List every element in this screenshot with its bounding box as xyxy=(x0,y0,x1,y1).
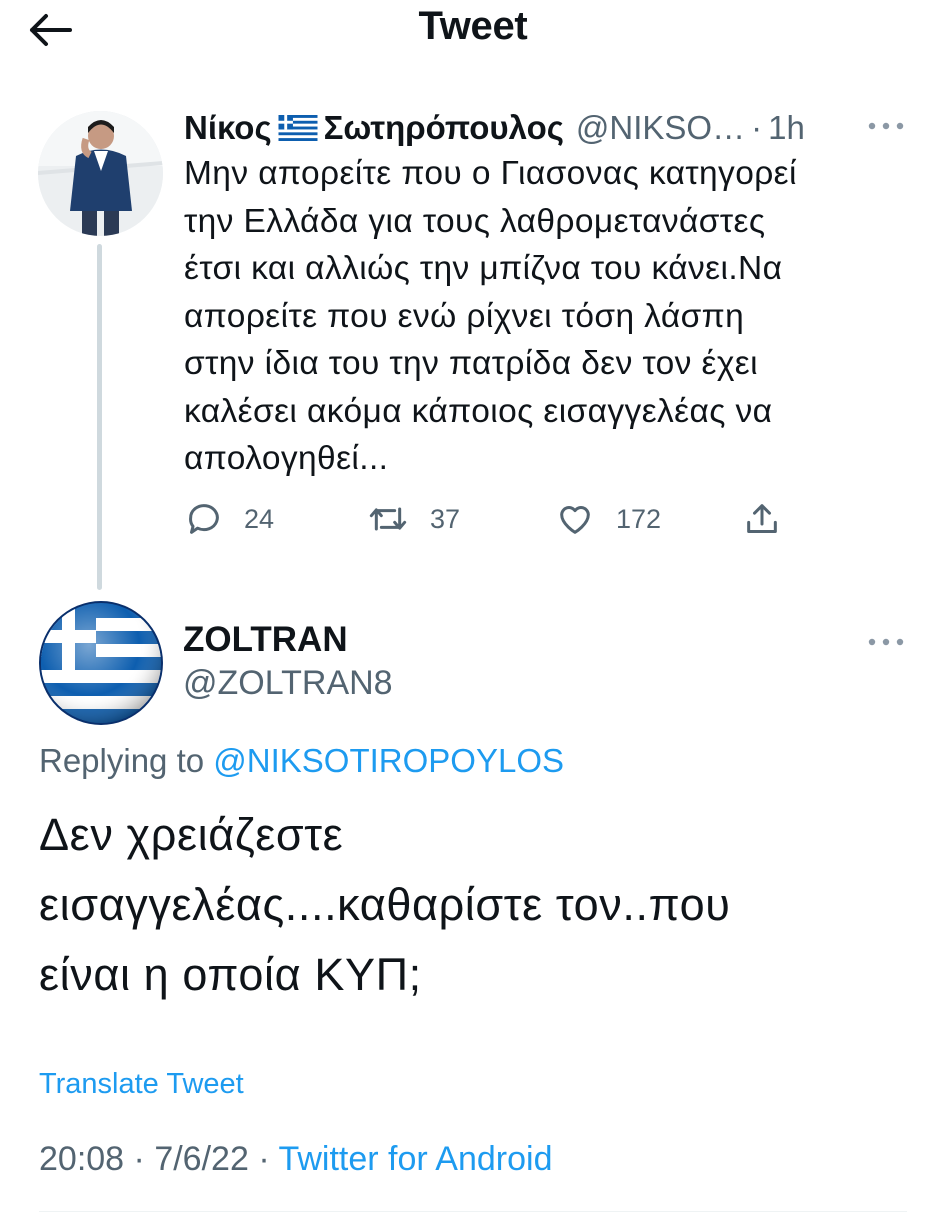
retweet-icon xyxy=(369,507,407,531)
like-button[interactable]: 172 xyxy=(554,495,661,543)
thread-line xyxy=(97,244,102,590)
tweet-time[interactable]: 1h xyxy=(768,109,805,147)
more-icon xyxy=(868,122,904,130)
replying-to: Replying to @NIKSOTIROPOYLOS xyxy=(39,742,564,780)
author-handle[interactable]: @NIKSO… xyxy=(576,109,745,147)
avatar[interactable] xyxy=(38,600,164,726)
greek-flag-icon xyxy=(278,115,318,141)
avatar[interactable] xyxy=(38,111,163,236)
reply-button[interactable]: 24 xyxy=(184,495,274,543)
replying-to-link[interactable]: @NIKSOTIROPOYLOS xyxy=(213,742,564,779)
retweet-button[interactable]: 37 xyxy=(366,495,460,543)
separator-dot: · xyxy=(258,1140,270,1178)
share-button[interactable] xyxy=(742,495,782,543)
reply-icon xyxy=(189,504,219,534)
tweet-header: Νίκος Σωτηρόπουλος @NIKSO… · 1h xyxy=(184,109,844,147)
heart-icon xyxy=(560,506,590,534)
tweet-text: Δεν χρειάζεστε εισαγγελέας....καθαρίστε … xyxy=(39,809,731,1000)
replying-to-label: Replying to xyxy=(39,742,214,779)
tweet-text: Μην απορείτε που ο Γιασονας κατηγορεί τη… xyxy=(184,155,797,477)
tweet-date: 7/6/22 xyxy=(154,1140,249,1178)
page-title: Tweet xyxy=(418,4,528,48)
share-icon xyxy=(747,504,777,533)
more-options-button[interactable] xyxy=(866,116,906,136)
more-options-button[interactable] xyxy=(866,632,906,652)
reply-count: 24 xyxy=(244,503,275,534)
tweet-metadata: 20:08 · 7/6/22 · Twitter for Android xyxy=(39,1140,553,1179)
like-count: 172 xyxy=(616,503,662,534)
author-name-first[interactable]: Νίκος xyxy=(184,109,272,147)
author-name-last[interactable]: Σωτηρόπουλος xyxy=(324,109,564,147)
profile-photo xyxy=(38,111,163,236)
divider xyxy=(39,1211,907,1212)
translate-tweet-link[interactable]: Translate Tweet xyxy=(39,1068,244,1101)
tweet-source-link[interactable]: Twitter for Android xyxy=(278,1140,552,1178)
retweet-count: 37 xyxy=(430,503,461,534)
author-handle[interactable]: @ZOLTRAN8 xyxy=(183,664,393,703)
greek-flag-sphere-icon xyxy=(39,601,163,725)
more-icon xyxy=(868,638,904,646)
separator-dot: · xyxy=(133,1140,145,1178)
author-name[interactable]: ZOLTRAN xyxy=(183,620,348,660)
tweet-time: 20:08 xyxy=(39,1140,125,1178)
separator-dot: · xyxy=(751,109,763,146)
